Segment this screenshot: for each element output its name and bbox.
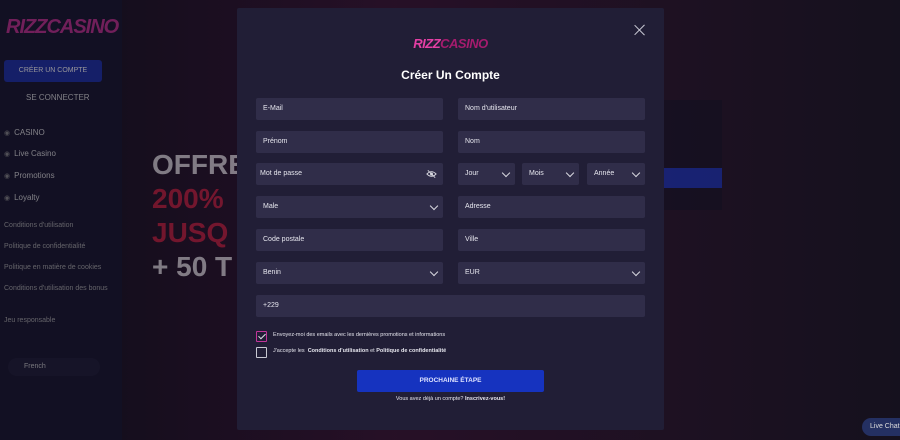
email-field[interactable]: E-Mail bbox=[256, 98, 443, 120]
email-consent-checkbox[interactable] bbox=[256, 331, 267, 342]
signup-modal: RIZZCASINO Créer Un Compte E-Mail Nom d'… bbox=[237, 8, 664, 430]
birth-day-select[interactable]: Jour bbox=[458, 163, 515, 185]
postal-code-field[interactable]: Code postale bbox=[256, 229, 443, 251]
logo-part-1: RIZZ bbox=[413, 36, 441, 51]
logo-part-1: RIZZ bbox=[6, 16, 47, 38]
logo-part-2: CASINO bbox=[46, 16, 119, 38]
login-link[interactable]: Inscrivez-vous! bbox=[465, 396, 505, 402]
phone-field[interactable]: +229 bbox=[256, 295, 645, 317]
city-field[interactable]: Ville bbox=[458, 229, 645, 251]
chevron-down-icon bbox=[501, 168, 511, 178]
modal-logo: RIZZCASINO bbox=[237, 36, 664, 51]
currency-select[interactable]: EUR bbox=[458, 262, 645, 284]
birth-year-select[interactable]: Année bbox=[587, 163, 645, 185]
hero-offer-text: OFFRE 200% JUSQ + 50 T bbox=[152, 148, 247, 284]
footer-link-bonus-terms[interactable]: Conditions d'utilisation des bonus bbox=[4, 285, 114, 292]
terms-link[interactable]: Conditions d'utilisation bbox=[308, 348, 369, 354]
terms-and: et bbox=[370, 348, 375, 354]
birth-month-select[interactable]: Mois bbox=[522, 163, 579, 185]
hero-line-3: JUSQ bbox=[152, 217, 229, 248]
chevron-down-icon bbox=[631, 267, 641, 277]
terms-checkbox[interactable] bbox=[256, 347, 267, 358]
country-value: Benin bbox=[263, 269, 281, 276]
password-field[interactable]: Mot de passe bbox=[256, 163, 443, 185]
hero-line-1: OFFRE bbox=[152, 149, 247, 180]
footer-link-terms[interactable]: Conditions d'utilisation bbox=[4, 222, 114, 229]
address-field[interactable]: Adresse bbox=[458, 196, 645, 218]
gender-select[interactable]: Male bbox=[256, 196, 443, 218]
country-select[interactable]: Benin bbox=[256, 262, 443, 284]
footer-link-cookies[interactable]: Politique en matière de cookies bbox=[4, 264, 114, 271]
hero-line-4: + 50 T bbox=[152, 251, 233, 282]
sidebar-signup-button[interactable]: CRÉER UN COMPTE bbox=[4, 60, 102, 82]
birth-month-value: Mois bbox=[529, 170, 544, 177]
gender-value: Male bbox=[263, 203, 279, 210]
sidebar-item-casino[interactable]: CASINO bbox=[4, 128, 45, 137]
birth-day-value: Jour bbox=[465, 170, 479, 177]
live-chat-button[interactable]: Live Chat bbox=[862, 418, 900, 436]
chevron-down-icon bbox=[631, 168, 641, 178]
terms-label: J'accepte les Conditions d'utilisation e… bbox=[273, 348, 446, 354]
have-account-text: Vous avez déjà un compte? bbox=[395, 396, 464, 402]
sidebar-login-link[interactable]: SE CONNECTER bbox=[26, 93, 90, 102]
sidebar: RIZZCASINO CRÉER UN COMPTE SE CONNECTER … bbox=[0, 0, 122, 440]
sidebar-item-promotions[interactable]: Promotions bbox=[4, 171, 54, 180]
lastname-field[interactable]: Nom bbox=[458, 131, 645, 153]
footer-link-privacy[interactable]: Politique de confidentialité bbox=[4, 243, 114, 250]
logo-part-2: CASINO bbox=[440, 36, 488, 51]
sidebar-logo: RIZZCASINO bbox=[6, 16, 119, 39]
eye-off-icon[interactable] bbox=[426, 169, 437, 179]
close-icon[interactable] bbox=[634, 24, 646, 36]
language-selector[interactable]: French bbox=[8, 358, 100, 376]
have-account-line: Vous avez déjà un compte? Inscrivez-vous… bbox=[237, 396, 664, 402]
modal-title: Créer Un Compte bbox=[401, 68, 500, 82]
chevron-down-icon bbox=[565, 168, 575, 178]
terms-prefix: J'accepte les bbox=[273, 348, 305, 354]
hero-line-2: 200% bbox=[152, 183, 224, 214]
sidebar-item-live-casino[interactable]: Live Casino bbox=[4, 149, 56, 158]
chevron-down-icon bbox=[429, 201, 439, 211]
privacy-link[interactable]: Politique de confidentialité bbox=[376, 348, 446, 354]
sidebar-item-loyalty[interactable]: Loyalty bbox=[4, 193, 39, 202]
firstname-field[interactable]: Prénom bbox=[256, 131, 443, 153]
next-step-button[interactable]: PROCHAINE ÉTAPE bbox=[357, 370, 544, 392]
chevron-down-icon bbox=[429, 267, 439, 277]
footer-link-responsible[interactable]: Jeu responsable bbox=[4, 317, 114, 324]
currency-value: EUR bbox=[465, 269, 480, 276]
birth-year-value: Année bbox=[594, 170, 615, 177]
password-placeholder: Mot de passe bbox=[260, 170, 303, 177]
email-consent-label: Envoyez-moi des emails avec les dernière… bbox=[273, 332, 446, 338]
username-field[interactable]: Nom d'utilisateur bbox=[458, 98, 645, 120]
